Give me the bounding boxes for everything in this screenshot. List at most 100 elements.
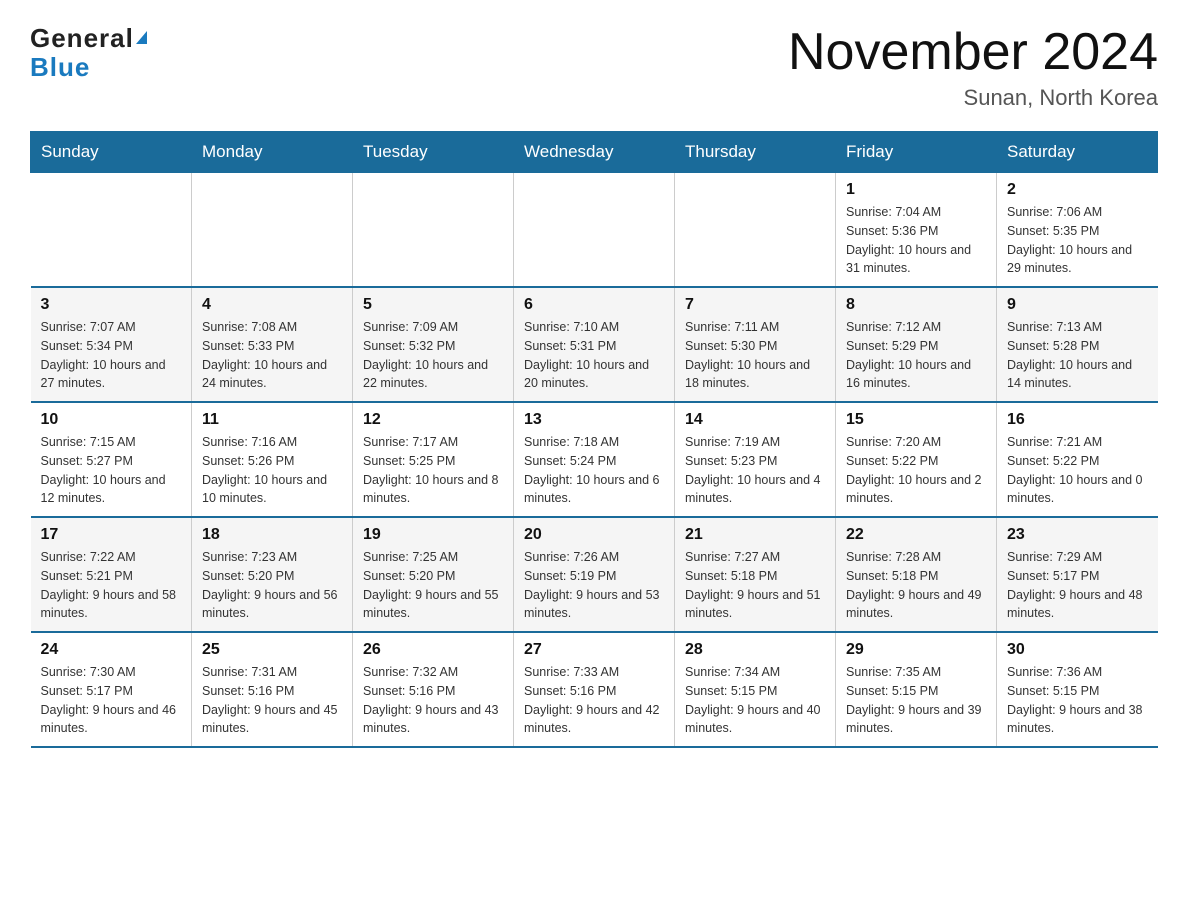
- day-info: Sunrise: 7:04 AM Sunset: 5:36 PM Dayligh…: [846, 203, 986, 278]
- day-number: 17: [41, 526, 182, 544]
- day-number: 10: [41, 411, 182, 429]
- day-info: Sunrise: 7:28 AM Sunset: 5:18 PM Dayligh…: [846, 548, 986, 623]
- calendar-cell: 25 Sunrise: 7:31 AM Sunset: 5:16 PM Dayli…: [192, 632, 353, 747]
- day-info: Sunrise: 7:18 AM Sunset: 5:24 PM Dayligh…: [524, 433, 664, 508]
- day-info: Sunrise: 7:31 AM Sunset: 5:16 PM Dayligh…: [202, 663, 342, 738]
- day-info: Sunrise: 7:12 AM Sunset: 5:29 PM Dayligh…: [846, 318, 986, 393]
- calendar-cell: [192, 173, 353, 288]
- day-info: Sunrise: 7:29 AM Sunset: 5:17 PM Dayligh…: [1007, 548, 1148, 623]
- calendar-week-1: 1 Sunrise: 7:04 AM Sunset: 5:36 PM Daylig…: [31, 173, 1158, 288]
- day-number: 19: [363, 526, 503, 544]
- calendar-cell: 8 Sunrise: 7:12 AM Sunset: 5:29 PM Daylig…: [836, 287, 997, 402]
- weekday-header-tuesday: Tuesday: [353, 132, 514, 173]
- calendar-cell: 21Sunrise: 7:27 AM Sunset: 5:18 PM Dayli…: [675, 517, 836, 632]
- day-number: 26: [363, 641, 503, 659]
- calendar-cell: 11Sunrise: 7:16 AM Sunset: 5:26 PM Dayli…: [192, 402, 353, 517]
- day-number: 25: [202, 641, 342, 659]
- day-number: 12: [363, 411, 503, 429]
- day-number: 22: [846, 526, 986, 544]
- calendar-week-3: 10 Sunrise: 7:15 AM Sunset: 5:27 PM Dayli…: [31, 402, 1158, 517]
- day-info: Sunrise: 7:17 AM Sunset: 5:25 PM Dayligh…: [363, 433, 503, 508]
- day-info: Sunrise: 7:15 AM Sunset: 5:27 PM Dayligh…: [41, 433, 182, 508]
- day-info: Sunrise: 7:08 AM Sunset: 5:33 PM Dayligh…: [202, 318, 342, 393]
- calendar-cell: 2 Sunrise: 7:06 AM Sunset: 5:35 PM Daylig…: [997, 173, 1158, 288]
- day-number: 18: [202, 526, 342, 544]
- day-info: Sunrise: 7:06 AM Sunset: 5:35 PM Dayligh…: [1007, 203, 1148, 278]
- calendar-cell: 13 Sunrise: 7:18 AM Sunset: 5:24 PM Dayli…: [514, 402, 675, 517]
- day-info: Sunrise: 7:35 AM Sunset: 5:15 PM Dayligh…: [846, 663, 986, 738]
- calendar-cell: 27 Sunrise: 7:33 AM Sunset: 5:16 PM Dayli…: [514, 632, 675, 747]
- weekday-header-thursday: Thursday: [675, 132, 836, 173]
- day-number: 8: [846, 296, 986, 314]
- calendar-cell: [514, 173, 675, 288]
- calendar-cell: 15Sunrise: 7:20 AM Sunset: 5:22 PM Dayli…: [836, 402, 997, 517]
- logo-blue-text: Blue: [30, 52, 90, 82]
- day-info: Sunrise: 7:30 AM Sunset: 5:17 PM Dayligh…: [41, 663, 182, 738]
- calendar-cell: 22 Sunrise: 7:28 AM Sunset: 5:18 PM Dayli…: [836, 517, 997, 632]
- day-number: 5: [363, 296, 503, 314]
- day-number: 14: [685, 411, 825, 429]
- calendar-cell: 5Sunrise: 7:09 AM Sunset: 5:32 PM Daylig…: [353, 287, 514, 402]
- day-number: 20: [524, 526, 664, 544]
- calendar-cell: [675, 173, 836, 288]
- day-info: Sunrise: 7:22 AM Sunset: 5:21 PM Dayligh…: [41, 548, 182, 623]
- calendar-cell: 20 Sunrise: 7:26 AM Sunset: 5:19 PM Dayli…: [514, 517, 675, 632]
- calendar-cell: 28Sunrise: 7:34 AM Sunset: 5:15 PM Dayli…: [675, 632, 836, 747]
- day-number: 4: [202, 296, 342, 314]
- calendar-table: SundayMondayTuesdayWednesdayThursdayFrid…: [30, 131, 1158, 748]
- calendar-cell: 1 Sunrise: 7:04 AM Sunset: 5:36 PM Daylig…: [836, 173, 997, 288]
- calendar-cell: 9Sunrise: 7:13 AM Sunset: 5:28 PM Daylig…: [997, 287, 1158, 402]
- day-number: 16: [1007, 411, 1148, 429]
- calendar-header-row: SundayMondayTuesdayWednesdayThursdayFrid…: [31, 132, 1158, 173]
- calendar-cell: 24 Sunrise: 7:30 AM Sunset: 5:17 PM Dayli…: [31, 632, 192, 747]
- day-number: 27: [524, 641, 664, 659]
- day-info: Sunrise: 7:26 AM Sunset: 5:19 PM Dayligh…: [524, 548, 664, 623]
- day-number: 23: [1007, 526, 1148, 544]
- calendar-cell: [353, 173, 514, 288]
- day-info: Sunrise: 7:25 AM Sunset: 5:20 PM Dayligh…: [363, 548, 503, 623]
- day-info: Sunrise: 7:16 AM Sunset: 5:26 PM Dayligh…: [202, 433, 342, 508]
- day-number: 24: [41, 641, 182, 659]
- page-header: General Blue November 2024 Sunan, North …: [30, 24, 1158, 111]
- calendar-cell: 18 Sunrise: 7:23 AM Sunset: 5:20 PM Dayli…: [192, 517, 353, 632]
- day-info: Sunrise: 7:07 AM Sunset: 5:34 PM Dayligh…: [41, 318, 182, 393]
- calendar-cell: 12 Sunrise: 7:17 AM Sunset: 5:25 PM Dayli…: [353, 402, 514, 517]
- location: Sunan, North Korea: [788, 85, 1158, 111]
- weekday-header-sunday: Sunday: [31, 132, 192, 173]
- calendar-cell: 14 Sunrise: 7:19 AM Sunset: 5:23 PM Dayli…: [675, 402, 836, 517]
- day-info: Sunrise: 7:21 AM Sunset: 5:22 PM Dayligh…: [1007, 433, 1148, 508]
- day-info: Sunrise: 7:34 AM Sunset: 5:15 PM Dayligh…: [685, 663, 825, 738]
- calendar-cell: 6 Sunrise: 7:10 AM Sunset: 5:31 PM Daylig…: [514, 287, 675, 402]
- calendar-week-5: 24 Sunrise: 7:30 AM Sunset: 5:17 PM Dayli…: [31, 632, 1158, 747]
- day-number: 6: [524, 296, 664, 314]
- calendar-cell: 3 Sunrise: 7:07 AM Sunset: 5:34 PM Daylig…: [31, 287, 192, 402]
- day-number: 3: [41, 296, 182, 314]
- calendar-cell: [31, 173, 192, 288]
- calendar-cell: 19 Sunrise: 7:25 AM Sunset: 5:20 PM Dayli…: [353, 517, 514, 632]
- day-info: Sunrise: 7:13 AM Sunset: 5:28 PM Dayligh…: [1007, 318, 1148, 393]
- calendar-cell: 7Sunrise: 7:11 AM Sunset: 5:30 PM Daylig…: [675, 287, 836, 402]
- day-info: Sunrise: 7:11 AM Sunset: 5:30 PM Dayligh…: [685, 318, 825, 393]
- calendar-cell: 30 Sunrise: 7:36 AM Sunset: 5:15 PM Dayli…: [997, 632, 1158, 747]
- day-info: Sunrise: 7:19 AM Sunset: 5:23 PM Dayligh…: [685, 433, 825, 508]
- calendar-cell: 26 Sunrise: 7:32 AM Sunset: 5:16 PM Dayli…: [353, 632, 514, 747]
- weekday-header-saturday: Saturday: [997, 132, 1158, 173]
- day-info: Sunrise: 7:10 AM Sunset: 5:31 PM Dayligh…: [524, 318, 664, 393]
- day-number: 30: [1007, 641, 1148, 659]
- day-info: Sunrise: 7:36 AM Sunset: 5:15 PM Dayligh…: [1007, 663, 1148, 738]
- day-number: 2: [1007, 181, 1148, 199]
- day-number: 29: [846, 641, 986, 659]
- calendar-cell: 4 Sunrise: 7:08 AM Sunset: 5:33 PM Daylig…: [192, 287, 353, 402]
- weekday-header-friday: Friday: [836, 132, 997, 173]
- title-block: November 2024 Sunan, North Korea: [788, 24, 1158, 111]
- day-number: 1: [846, 181, 986, 199]
- day-info: Sunrise: 7:32 AM Sunset: 5:16 PM Dayligh…: [363, 663, 503, 738]
- day-number: 13: [524, 411, 664, 429]
- weekday-header-monday: Monday: [192, 132, 353, 173]
- calendar-week-4: 17 Sunrise: 7:22 AM Sunset: 5:21 PM Dayli…: [31, 517, 1158, 632]
- day-info: Sunrise: 7:23 AM Sunset: 5:20 PM Dayligh…: [202, 548, 342, 623]
- day-info: Sunrise: 7:33 AM Sunset: 5:16 PM Dayligh…: [524, 663, 664, 738]
- calendar-cell: 29 Sunrise: 7:35 AM Sunset: 5:15 PM Dayli…: [836, 632, 997, 747]
- calendar-cell: 16 Sunrise: 7:21 AM Sunset: 5:22 PM Dayli…: [997, 402, 1158, 517]
- day-number: 21: [685, 526, 825, 544]
